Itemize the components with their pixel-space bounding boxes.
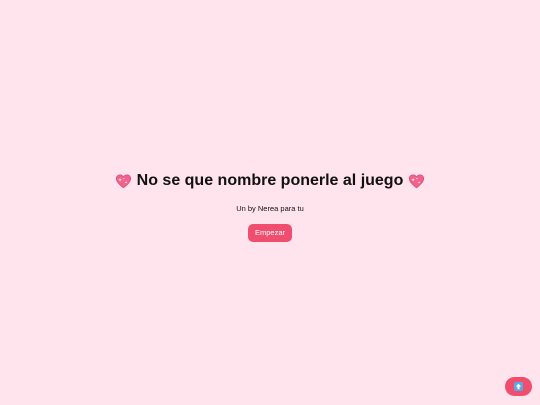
- scroll-up-button[interactable]: [505, 377, 532, 396]
- intro-screen: No se que nombre ponerle al juego Un by …: [0, 171, 540, 242]
- game-title: No se que nombre ponerle al juego: [115, 171, 426, 191]
- game-title-text: No se que nombre ponerle al juego: [136, 172, 404, 189]
- up-arrow-icon: [514, 382, 523, 391]
- subtitle: Un by Nerea para tu: [236, 204, 304, 213]
- sparkling-heart-icon: [409, 174, 425, 188]
- start-button[interactable]: Empezar: [248, 224, 292, 242]
- sparkling-heart-icon: [115, 174, 131, 188]
